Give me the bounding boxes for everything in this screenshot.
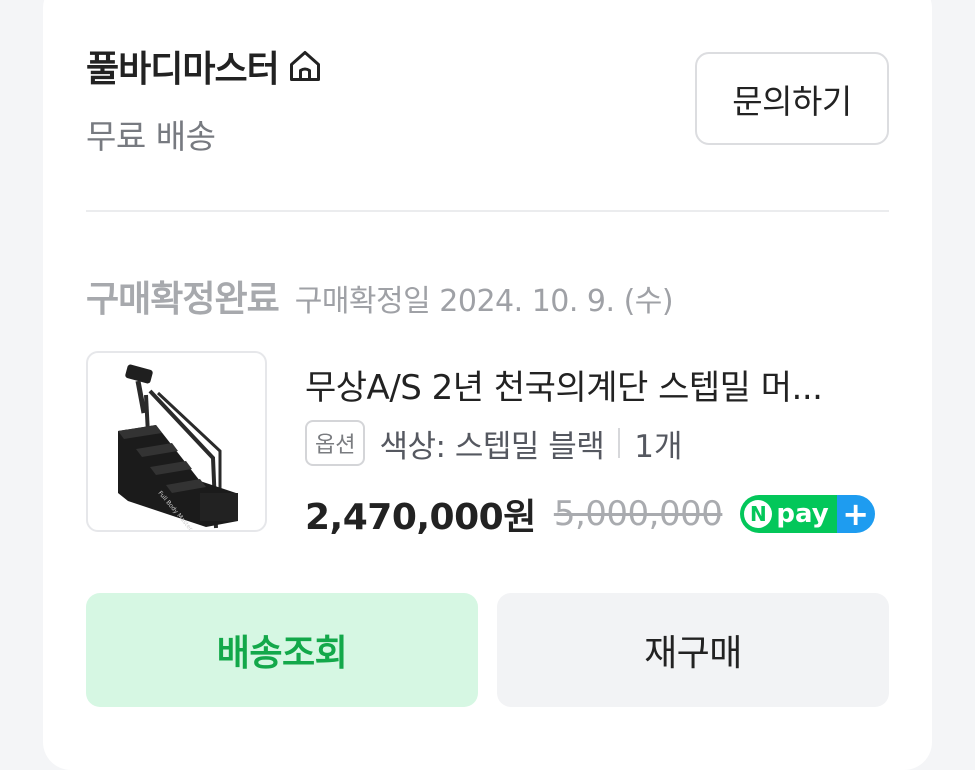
product-title[interactable]: 무상A/S 2년 천국의계단 스텝밀 머... xyxy=(305,360,889,409)
option-row: 옵션 색상: 스텝밀 블랙 1개 xyxy=(305,420,683,466)
store-name[interactable]: 풀바디마스터 xyxy=(86,40,280,92)
npay-n-icon: N xyxy=(744,500,773,528)
order-status: 구매확정완료 xyxy=(86,279,280,320)
confirm-date: 구매확정일 2024. 10. 9. (수) xyxy=(294,284,674,319)
npay-text: pay xyxy=(776,499,829,529)
inquiry-button[interactable]: 문의하기 xyxy=(695,52,889,145)
option-badge: 옵션 xyxy=(305,420,366,466)
shipping-note: 무료 배송 xyxy=(86,117,216,156)
npay-plus-icon: + xyxy=(836,495,875,533)
option-separator xyxy=(618,428,621,458)
store-header[interactable]: 풀바디마스터 xyxy=(86,40,323,92)
npay-plus-badge: N pay + xyxy=(740,495,875,533)
order-status-row: 구매확정완료 구매확정일 2024. 10. 9. (수) xyxy=(86,270,674,322)
original-price: 5,000,000 xyxy=(553,494,723,534)
track-delivery-button[interactable]: 배송조회 xyxy=(86,593,478,707)
divider xyxy=(86,210,889,212)
sale-price: 2,470,000원 xyxy=(305,497,536,538)
price-row: 2,470,000원 5,000,000 N pay + xyxy=(305,488,875,540)
product-thumbnail[interactable]: Full Body Master xyxy=(86,351,267,532)
option-text: 색상: 스텝밀 블랙 xyxy=(379,428,605,465)
home-icon[interactable] xyxy=(287,48,323,84)
reorder-button[interactable]: 재구매 xyxy=(497,593,889,707)
option-quantity: 1개 xyxy=(634,428,683,465)
npay-logo: N pay xyxy=(740,495,837,533)
